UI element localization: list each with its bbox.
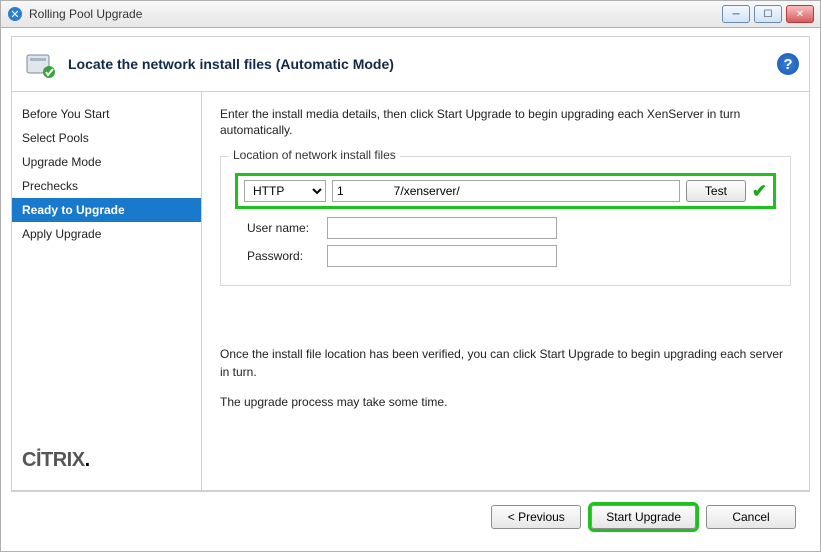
username-label: User name: — [247, 221, 327, 235]
test-button[interactable]: Test — [686, 180, 746, 202]
sidebar-item-before-you-start[interactable]: Before You Start — [12, 102, 201, 126]
password-label: Password: — [247, 249, 327, 263]
group-legend: Location of network install files — [229, 148, 400, 162]
sidebar-item-ready-to-upgrade[interactable]: Ready to Upgrade — [12, 198, 201, 222]
intro-text: Enter the install media details, then cl… — [220, 106, 791, 138]
sidebar-item-apply-upgrade[interactable]: Apply Upgrade — [12, 222, 201, 246]
maximize-button[interactable]: ☐ — [754, 5, 782, 23]
page-title: Locate the network install files (Automa… — [68, 56, 394, 72]
sidebar-item-prechecks[interactable]: Prechecks — [12, 174, 201, 198]
protocol-select[interactable]: HTTP — [244, 180, 326, 202]
wizard-icon — [22, 46, 58, 82]
wizard-sidebar: Before You Start Select Pools Upgrade Mo… — [12, 92, 202, 490]
help-icon[interactable]: ? — [777, 53, 799, 75]
verify-note: Once the install file location has been … — [220, 346, 791, 381]
close-button[interactable]: ✕ — [786, 5, 814, 23]
start-upgrade-button[interactable]: Start Upgrade — [591, 505, 696, 529]
time-note: The upgrade process may take some time. — [220, 395, 791, 409]
password-input[interactable] — [327, 245, 557, 267]
minimize-button[interactable]: ─ — [722, 5, 750, 23]
check-icon: ✔ — [752, 181, 767, 202]
brand-logo: CİTRIX. — [12, 437, 201, 490]
wizard-main: Enter the install media details, then cl… — [202, 92, 809, 490]
install-location-group: Location of network install files HTTP T… — [220, 156, 791, 286]
previous-button[interactable]: < Previous — [491, 505, 581, 529]
window-title: Rolling Pool Upgrade — [29, 7, 142, 21]
url-row-highlight: HTTP Test ✔ — [235, 173, 776, 209]
svg-text:✕: ✕ — [10, 9, 19, 21]
wizard-footer: < Previous Start Upgrade Cancel — [11, 491, 810, 541]
username-input[interactable] — [327, 217, 557, 239]
cancel-button[interactable]: Cancel — [706, 505, 796, 529]
sidebar-item-select-pools[interactable]: Select Pools — [12, 126, 201, 150]
titlebar: ✕ Rolling Pool Upgrade ─ ☐ ✕ — [0, 0, 821, 28]
wizard-header: Locate the network install files (Automa… — [11, 36, 810, 92]
app-icon: ✕ — [7, 6, 23, 22]
url-input[interactable] — [332, 180, 680, 202]
sidebar-item-upgrade-mode[interactable]: Upgrade Mode — [12, 150, 201, 174]
